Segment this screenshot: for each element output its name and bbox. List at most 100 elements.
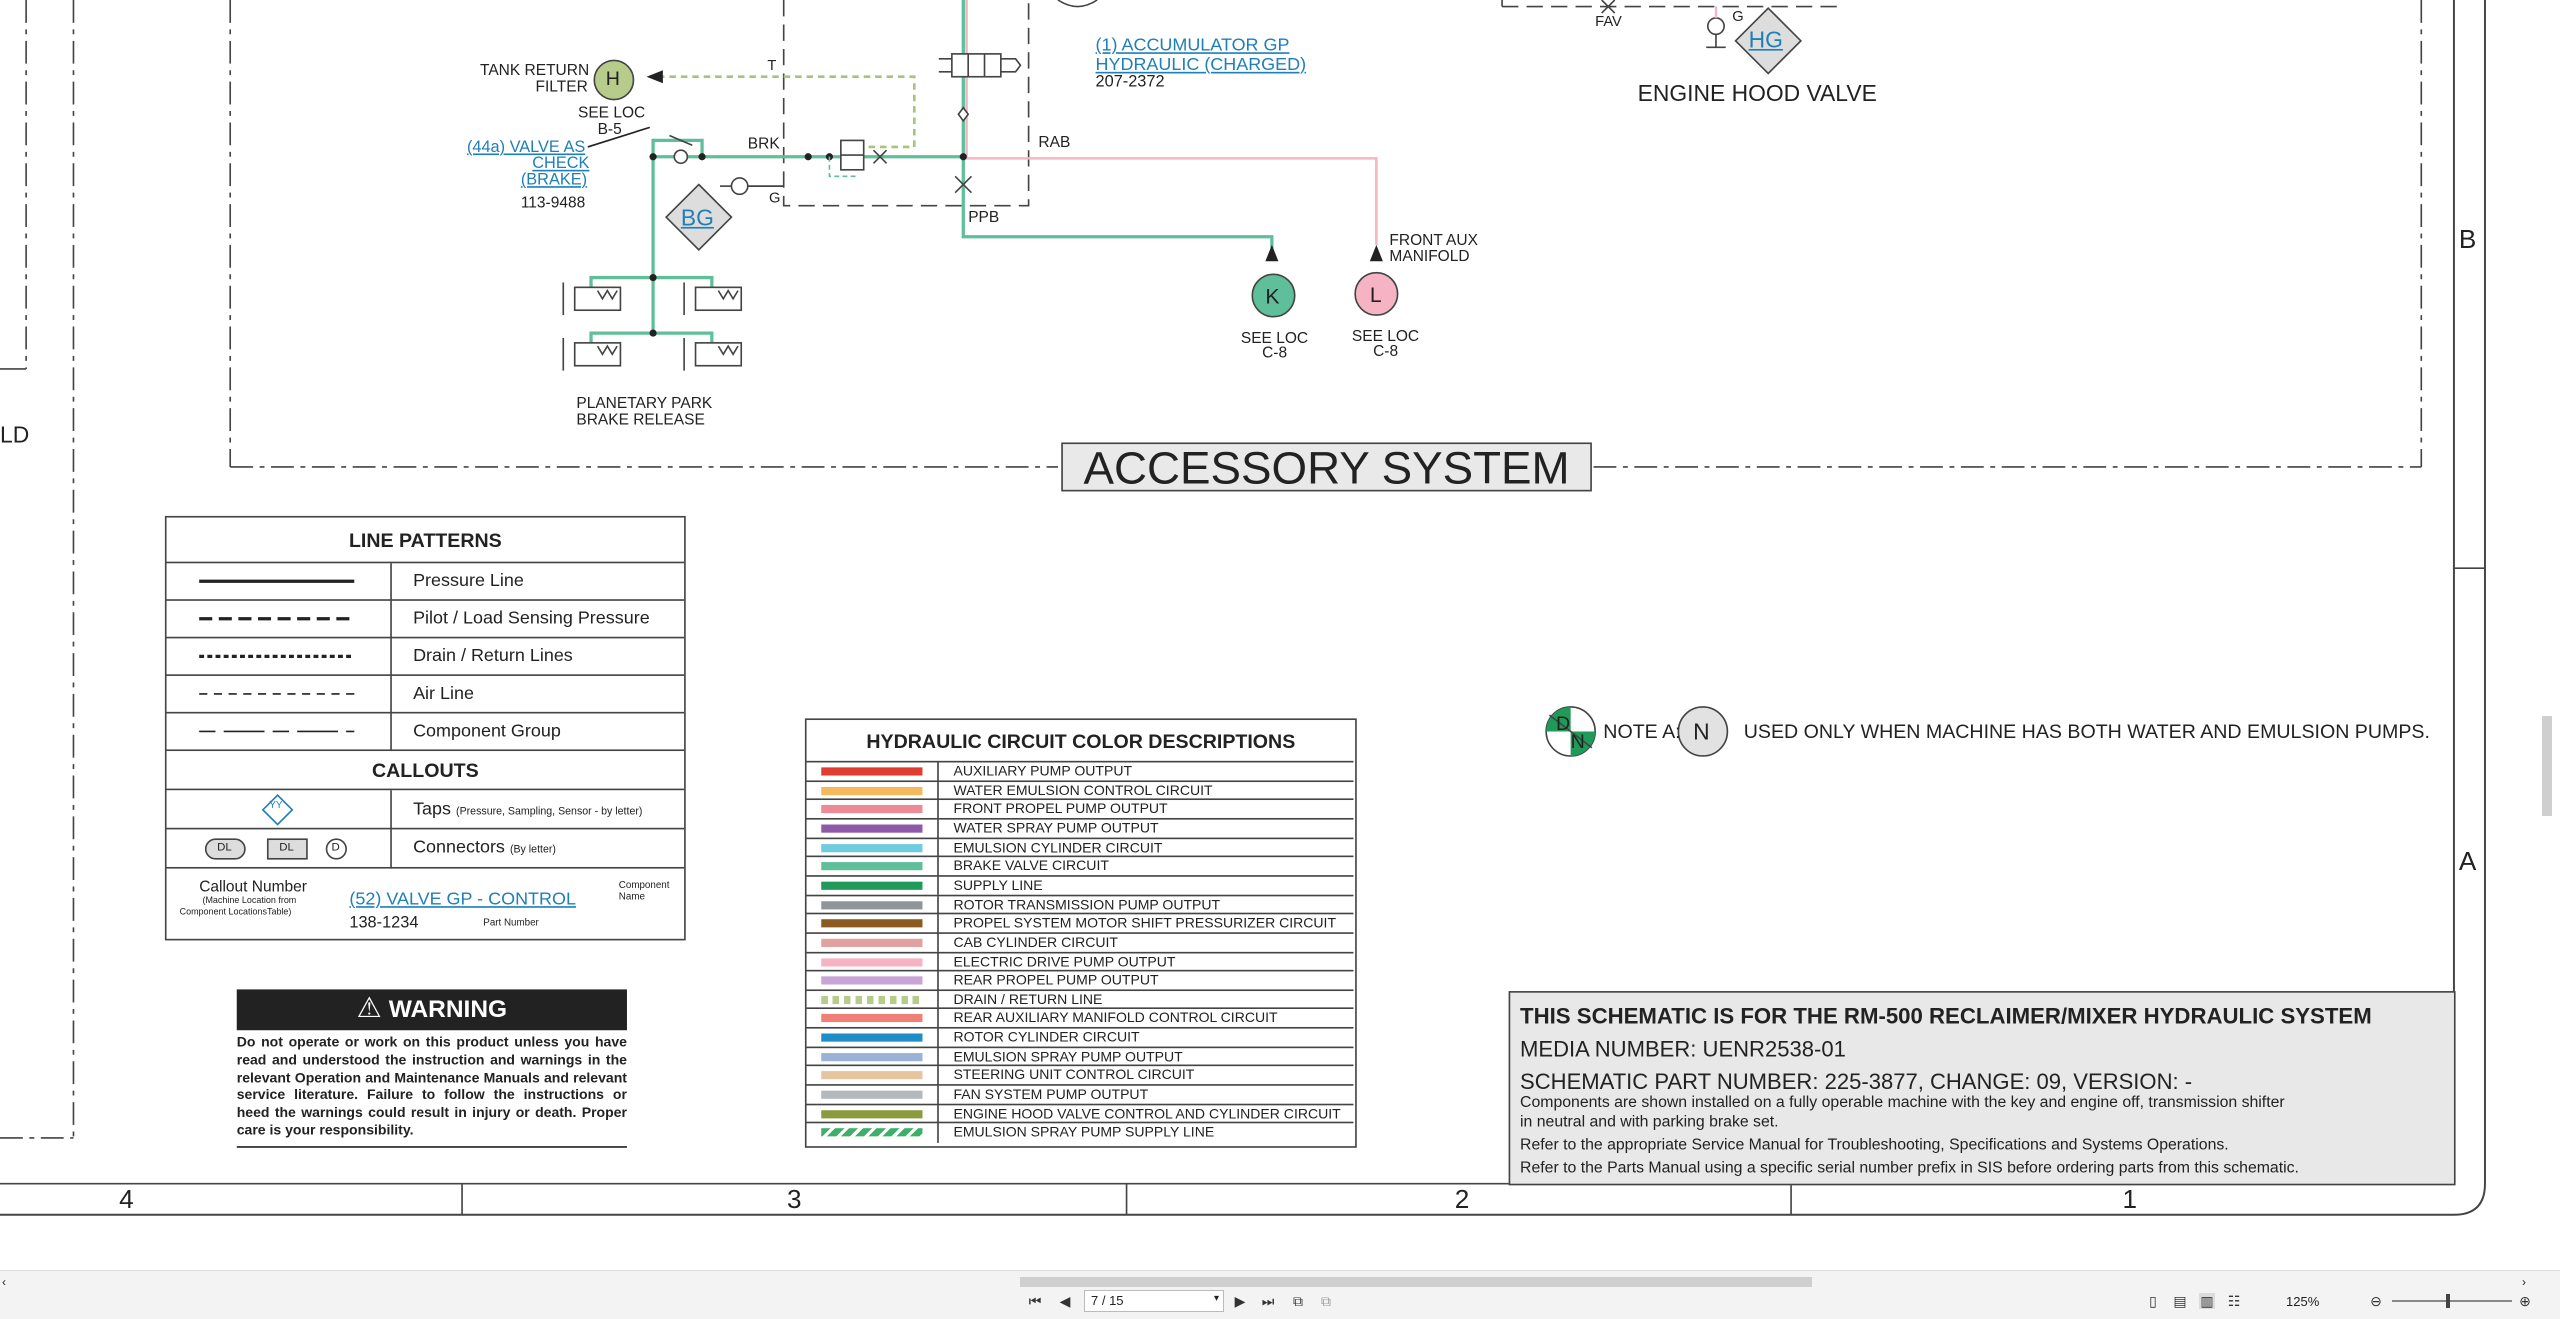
single-page-view-icon[interactable]: ▯ — [2145, 1293, 2161, 1309]
tank-filter-letter: H — [605, 66, 620, 90]
planetary-label-line2: BRAKE RELEASE — [576, 411, 705, 430]
hg-tap-label[interactable]: HG — [1749, 26, 1783, 52]
check-valve-link-line3[interactable]: (BRAKE) — [521, 171, 587, 189]
schematic-info-block: THIS SCHEMATIC IS FOR THE RM-500 RECLAIM… — [1508, 991, 2456, 1186]
color-swatch — [821, 805, 923, 814]
color-descriptions-title: HYDRAULIC CIRCUIT COLOR DESCRIPTIONS — [866, 729, 1296, 753]
connector-example-d: D — [331, 842, 340, 854]
color-row: DRAIN / RETURN LINE — [806, 989, 1354, 1010]
color-swatch-cell — [807, 1123, 939, 1143]
color-descriptions-table: HYDRAULIC CIRCUIT COLOR DESCRIPTIONS AUX… — [804, 718, 1357, 1148]
engine-hood-valve-label: ENGINE HOOD VALVE — [1637, 80, 1877, 107]
fit-page-icon[interactable]: ⧉ — [1290, 1293, 1306, 1309]
zoom-level: 125% — [2286, 1294, 2320, 1309]
document-viewer[interactable]: ACCESSORY SYSTEM ENGINE HOOD VALVE FAV G… — [0, 0, 2560, 1270]
connector-example-dl-round: DL — [217, 842, 232, 854]
color-swatch — [821, 1109, 923, 1118]
color-row: ELECTRIC DRIVE PUMP OUTPUT — [806, 951, 1354, 972]
callouts-header: CALLOUTS — [166, 749, 685, 790]
callout-example-link[interactable]: (52) VALVE GP - CONTROL — [349, 890, 576, 910]
column-2-label: 2 — [1454, 1186, 1470, 1215]
color-row: BRAKE VALVE CIRCUIT — [806, 855, 1354, 877]
color-label: PROPEL SYSTEM MOTOR SHIFT PRESSURIZER CI… — [953, 914, 1337, 931]
color-row: WATER SPRAY PUMP OUTPUT — [806, 817, 1354, 839]
color-swatch-cell — [807, 933, 939, 953]
color-swatch-cell — [807, 914, 939, 934]
last-page-icon[interactable]: ⏭ — [1260, 1293, 1276, 1309]
warning-header: ⚠ WARNING — [236, 989, 627, 1031]
callout-number-label: Callout Number — [199, 878, 307, 897]
zone-a-label: A — [2458, 849, 2477, 877]
color-swatch — [821, 995, 923, 1004]
zoom-in-icon[interactable]: ⊕ — [2517, 1293, 2533, 1309]
front-aux-label-line2: MANIFOLD — [1389, 248, 1470, 267]
color-label: ROTOR TRANSMISSION PUMP OUTPUT — [953, 895, 1221, 912]
bg-tap-label[interactable]: BG — [681, 204, 714, 230]
zone-b-label: B — [2458, 226, 2477, 255]
page-dropdown-icon[interactable]: ▾ — [1214, 1293, 1219, 1304]
zoom-out-icon[interactable]: ⊖ — [2368, 1293, 2384, 1309]
color-label: CAB CYLINDER CIRCUIT — [953, 933, 1118, 950]
pattern-row-air: Air Line — [166, 674, 685, 714]
color-swatch-cell — [807, 876, 939, 896]
color-label: ELECTRIC DRIVE PUMP OUTPUT — [953, 952, 1176, 970]
accumulator-part-number: 207-2372 — [1095, 73, 1165, 92]
color-swatch — [821, 862, 923, 871]
color-row: PROPEL SYSTEM MOTOR SHIFT PRESSURIZER CI… — [806, 912, 1354, 934]
zoom-slider-handle[interactable] — [2446, 1294, 2450, 1308]
color-row: SUPPLY LINE — [806, 874, 1354, 896]
continuous-view-icon[interactable]: ▤ — [2172, 1293, 2188, 1309]
scroll-right-arrow-icon[interactable]: › — [2522, 1275, 2534, 1289]
color-label: SUPPLY LINE — [953, 876, 1043, 893]
horizontal-scroll-thumb[interactable] — [1020, 1277, 1812, 1287]
info-line-4: Refer to the Parts Manual using a specif… — [1520, 1159, 2299, 1178]
color-label: AUXILIARY PUMP OUTPUT — [953, 762, 1133, 779]
color-swatch — [821, 1052, 923, 1061]
callout-example-row: Callout Number (Machine Location from Co… — [166, 866, 685, 940]
color-label: ROTOR CYLINDER CIRCUIT — [953, 1028, 1140, 1046]
color-row: REAR PROPEL PUMP OUTPUT — [806, 970, 1354, 991]
zoom-slider[interactable] — [2392, 1294, 2512, 1308]
check-valve-link-line2[interactable]: CHECK — [532, 155, 589, 173]
warning-title: WARNING — [388, 995, 508, 1024]
color-label: STEERING UNIT CONTROL CIRCUIT — [953, 1066, 1195, 1084]
fit-width-icon[interactable]: ⧉ — [1318, 1293, 1334, 1309]
column-1-label: 1 — [2122, 1186, 2138, 1215]
color-swatch — [821, 824, 923, 833]
color-row: ROTOR CYLINDER CIRCUIT — [806, 1027, 1354, 1048]
vertical-scrollbar-thumb[interactable] — [2542, 716, 2552, 816]
color-swatch — [821, 1128, 923, 1137]
color-swatch-cell — [807, 800, 939, 820]
color-row: CAB CYLINDER CIRCUIT — [806, 932, 1354, 953]
color-swatch — [821, 1014, 923, 1023]
color-row: EMULSION SPRAY PUMP SUPPLY LINE — [806, 1122, 1354, 1143]
scroll-left-arrow-icon[interactable]: ‹ — [2, 1275, 14, 1289]
color-swatch — [821, 1071, 923, 1080]
first-page-icon[interactable]: ⏮ — [1027, 1293, 1043, 1309]
color-swatch-cell — [807, 838, 939, 858]
info-part-number: SCHEMATIC PART NUMBER: 225-3877, CHANGE:… — [1520, 1069, 2193, 1094]
horizontal-scroll-track[interactable]: ‹ › — [0, 1275, 2536, 1289]
info-line-2: in neutral and with parking brake set. — [1520, 1113, 1779, 1132]
page-number-input[interactable]: 7 / 15 ▾ — [1084, 1290, 1224, 1312]
color-label: FAN SYSTEM PUMP OUTPUT — [953, 1085, 1149, 1103]
accumulator-link[interactable]: (1) ACCUMULATOR GP — [1096, 36, 1290, 56]
color-swatch-cell — [807, 895, 939, 915]
accessory-system-title: ACCESSORY SYSTEM — [1061, 442, 1592, 492]
see-loc-k-value: C-8 — [1262, 344, 1288, 363]
previous-page-icon[interactable]: ◀ — [1057, 1293, 1073, 1309]
color-row: FRONT PROPEL PUMP OUTPUT — [806, 798, 1354, 820]
check-valve-link[interactable]: (44a) VALVE AS — [467, 139, 585, 157]
accumulator-link-line2[interactable]: HYDRAULIC (CHARGED) — [1096, 56, 1307, 76]
color-label: WATER EMULSION CONTROL CIRCUIT — [953, 781, 1213, 798]
g-tap-mid-label: G — [769, 189, 781, 206]
vertical-scrollbar[interactable] — [2536, 0, 2560, 1270]
next-page-icon[interactable]: ▶ — [1232, 1293, 1248, 1309]
two-page-view-icon[interactable]: ▥ — [2199, 1293, 2215, 1309]
warning-text: Do not operate or work on this product u… — [236, 1033, 627, 1138]
connectors-text: Connectors — [413, 837, 505, 858]
page-number-value: 7 / 15 — [1091, 1293, 1124, 1308]
note-text: USED ONLY WHEN MACHINE HAS BOTH WATER AN… — [1743, 720, 2430, 743]
color-label: EMULSION SPRAY PUMP OUTPUT — [953, 1047, 1183, 1065]
continuous-two-page-icon[interactable]: ☷ — [2226, 1293, 2242, 1309]
